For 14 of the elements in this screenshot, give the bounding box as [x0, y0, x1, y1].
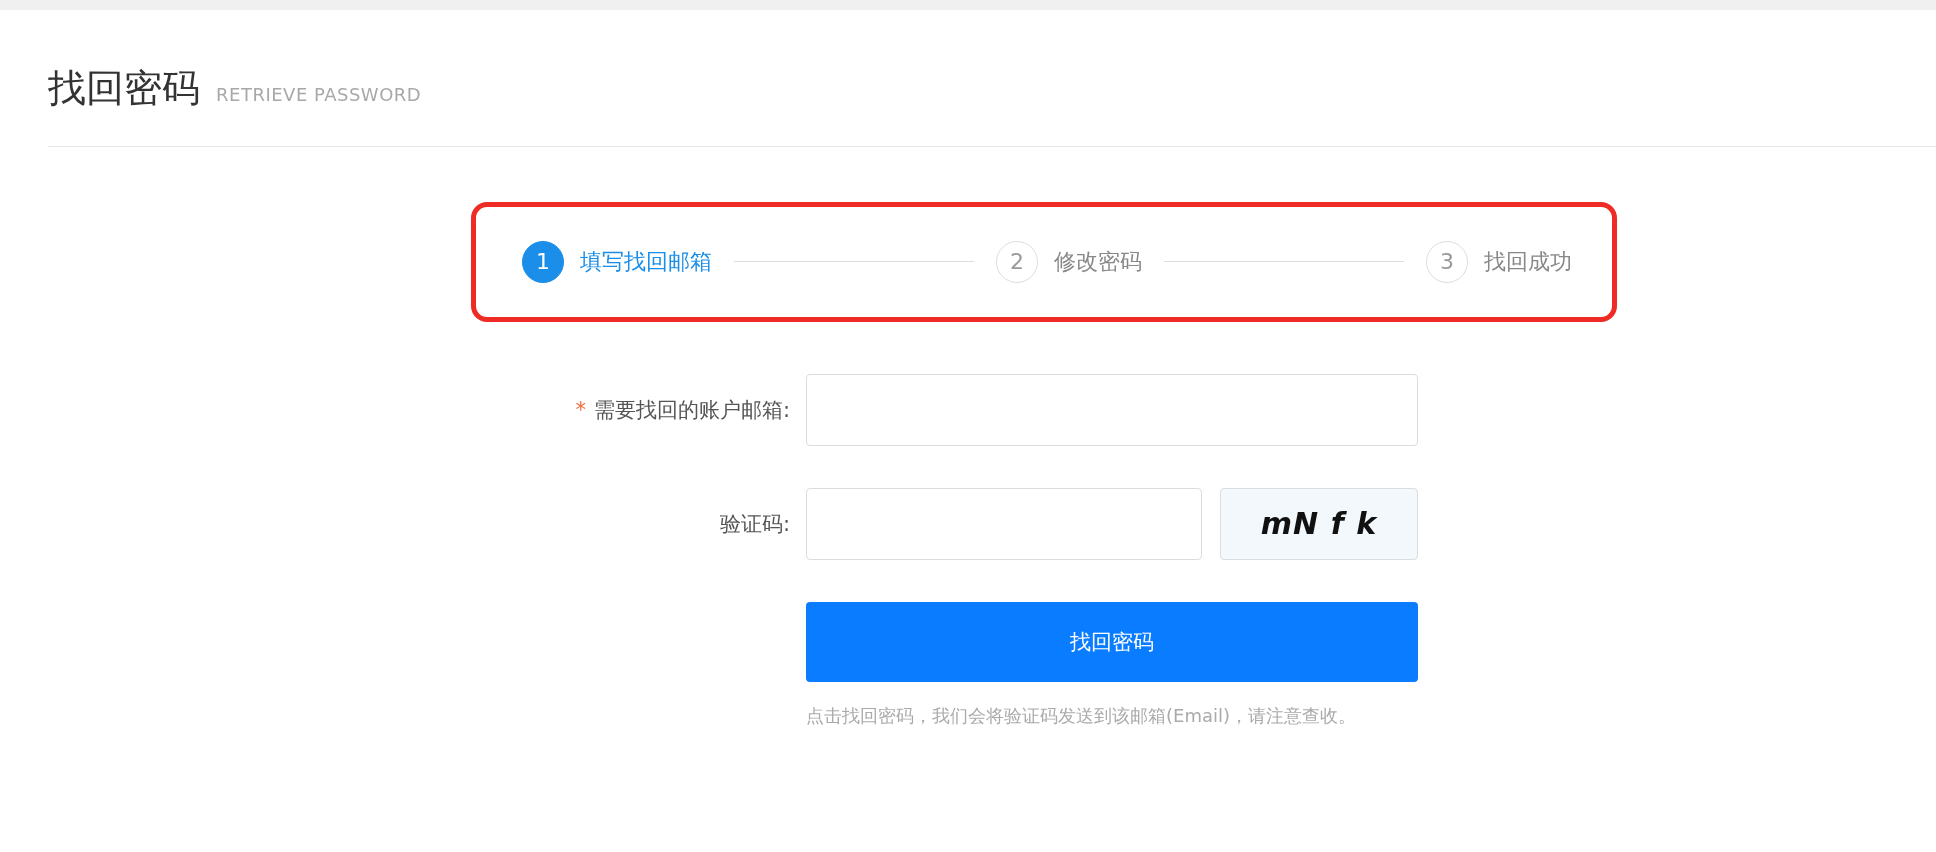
field-label: 验证码: — [719, 511, 790, 536]
required-mark: * — [575, 397, 586, 422]
submit-button[interactable]: 找回密码 — [806, 601, 1418, 682]
field-label: 需要找回的账户邮箱: — [593, 397, 790, 422]
email-field[interactable] — [806, 373, 1418, 446]
page-subtitle: RETRIEVE PASSWORD — [216, 84, 422, 105]
captcha-field[interactable] — [806, 487, 1202, 560]
hint-text: 点击找回密码，我们会将验证码发送到该邮箱(Email)，请注意查收。 — [806, 703, 1357, 728]
step-label: 找回成功 — [1484, 247, 1572, 276]
step-label: 填写找回邮箱 — [580, 247, 712, 276]
page-title: 找回密码 — [48, 66, 200, 112]
step-number: 1 — [522, 240, 564, 283]
step-label: 修改密码 — [1054, 247, 1142, 276]
captcha-image[interactable]: mN f k — [1220, 487, 1418, 560]
